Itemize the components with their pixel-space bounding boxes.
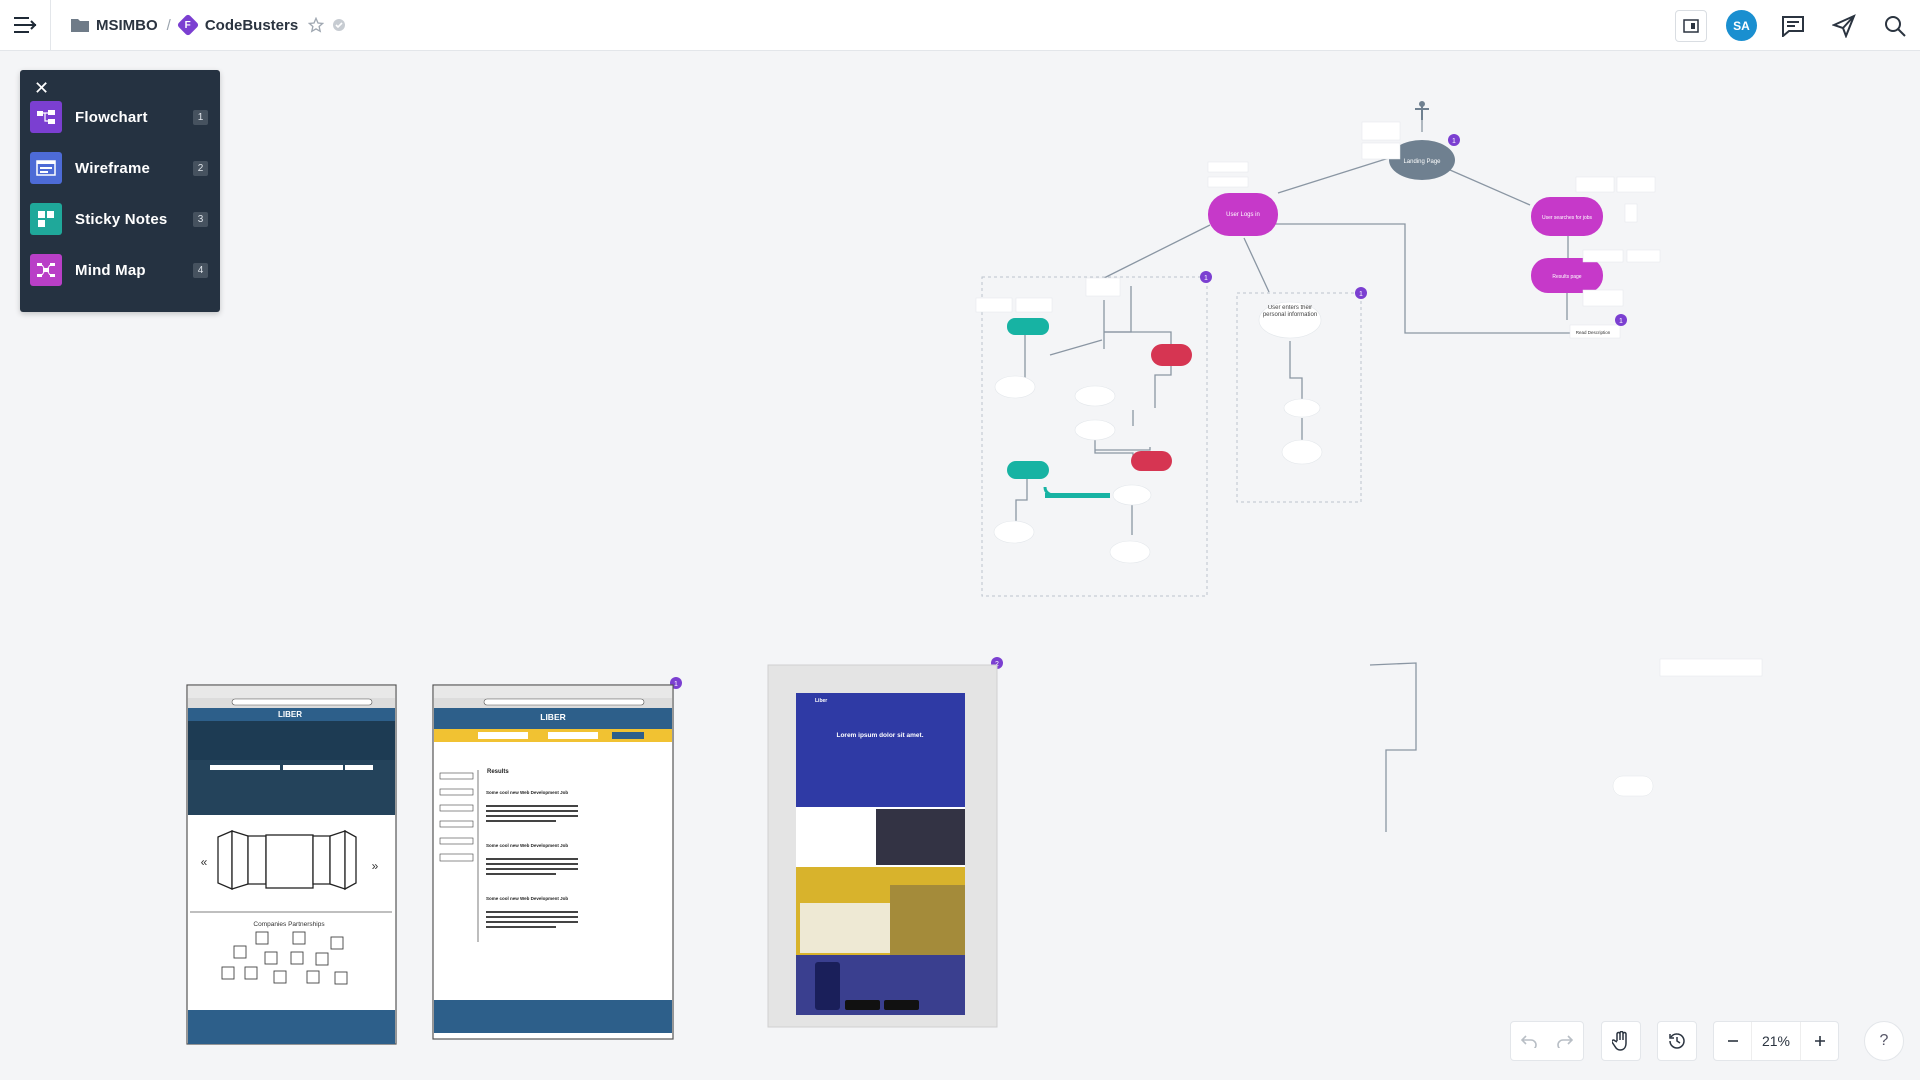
job-title: Some cool new Web Development Job (486, 896, 568, 901)
wireframe-section-title: Companies Partnerships (253, 921, 325, 928)
node-results-page-label: Results page (1552, 274, 1581, 280)
avatar: SA (1726, 10, 1757, 41)
redo-icon (1557, 1035, 1573, 1048)
badge-count: 1 (1452, 138, 1456, 145)
shortcut-key: 4 (193, 263, 208, 278)
node-red-2[interactable] (1131, 451, 1172, 471)
mockup-brand: Liber (815, 698, 827, 704)
comments-button[interactable] (1767, 0, 1818, 51)
panel-item-label: Mind Map (75, 261, 146, 279)
panel-item-flowchart[interactable]: Flowchart 1 (30, 100, 212, 134)
panel-item-mind-map[interactable]: Mind Map 4 (30, 253, 212, 287)
help-icon: ? (1879, 1032, 1889, 1049)
flow-connectors (1015, 103, 1574, 832)
document-title[interactable]: CodeBusters (205, 17, 298, 34)
badge-count: 1 (1359, 291, 1363, 298)
panel-item-sticky-notes[interactable]: Sticky Notes 3 (30, 202, 212, 236)
results-heading: Results (487, 769, 509, 775)
hand-tool-button[interactable] (1602, 1022, 1639, 1060)
node-read-description-label: Read Description (1576, 330, 1611, 335)
menu-button[interactable] (0, 0, 51, 51)
job-title: Some cool new Web Development Job (486, 843, 568, 848)
chevron-left-icon: « (201, 855, 208, 869)
badge-count: 1 (674, 681, 678, 688)
flow-white-nodes[interactable] (993, 301, 1323, 564)
badge-count: 1 (1204, 275, 1208, 282)
breadcrumb-folder[interactable]: MSIMBO (96, 17, 158, 34)
node-user-logs-in-label: User Logs in (1226, 212, 1260, 218)
redo-button[interactable] (1547, 1022, 1583, 1060)
node-red-1[interactable] (1151, 344, 1192, 366)
verified-icon[interactable] (332, 18, 346, 32)
plus-icon (1814, 1036, 1825, 1046)
zoom-out-button[interactable] (1714, 1022, 1751, 1060)
panel-item-label: Wireframe (75, 159, 151, 177)
board-canvas[interactable]: Landing Page User Logs in User searches … (0, 52, 1920, 1080)
zoom-level[interactable]: 21% (1751, 1022, 1801, 1060)
node-landing-page-label: Landing Page (1403, 159, 1441, 165)
zoom-control: 21% (1713, 1021, 1839, 1061)
share-icon (1831, 13, 1856, 38)
menu-icon (14, 17, 37, 33)
minus-icon (1727, 1040, 1738, 1042)
presentation-icon (1682, 18, 1699, 33)
panel-item-label: Flowchart (75, 108, 148, 126)
badge-count: 1 (1619, 318, 1623, 325)
breadcrumb: MSIMBO / F CodeBusters (71, 13, 346, 37)
mockup-hero-title: Lorem ipsum dolor sit amet. (836, 732, 923, 739)
wireframe-icon (30, 152, 62, 184)
panel-item-wireframe[interactable]: Wireframe 2 (30, 151, 212, 185)
help-button[interactable]: ? (1864, 1021, 1904, 1061)
user-figure-icon (1415, 101, 1429, 120)
user-avatar-button[interactable]: SA (1716, 0, 1767, 51)
node-teal-2[interactable] (1007, 461, 1049, 479)
presentation-button[interactable] (1665, 0, 1716, 51)
folder-icon (71, 19, 89, 32)
history-icon (1668, 1033, 1685, 1049)
wireframe-brand: LIBER (540, 712, 566, 722)
zoom-in-button[interactable] (1801, 1022, 1838, 1060)
website-mockup[interactable]: Lorem ipsum dolor sit amet. Liber (767, 664, 998, 1028)
star-icon[interactable] (308, 17, 325, 33)
shortcut-key: 3 (193, 212, 208, 227)
search-button[interactable] (1869, 0, 1920, 51)
share-button[interactable] (1818, 0, 1869, 51)
hand-icon (1611, 1031, 1627, 1051)
comment-badges[interactable] (670, 134, 1627, 689)
undo-button[interactable] (1511, 1022, 1547, 1060)
wireframe-brand: LIBER (278, 710, 302, 719)
node-user-searches-label: User searches for jobs (1542, 215, 1593, 221)
close-icon[interactable]: ✕ (34, 79, 49, 97)
history-button[interactable] (1658, 1022, 1695, 1060)
flowchart-icon (30, 101, 62, 133)
shortcut-key: 1 (193, 110, 208, 125)
node-teal-1[interactable] (1007, 318, 1049, 335)
sticky-notes-icon (30, 203, 62, 235)
job-title: Some cool new Web Development Job (486, 790, 568, 795)
shape-library-panel: ✕ Flowchart 1 Wireframe 2 Sticky Notes 3… (20, 70, 220, 312)
shortcut-key: 2 (193, 161, 208, 176)
history-group (1657, 1021, 1697, 1061)
wireframe-home[interactable]: LIBER « » Companies Partnerships (186, 684, 397, 1045)
small-note-cards[interactable] (975, 121, 1763, 797)
wireframe-results[interactable]: LIBER Results Some cool new Web Developm… (432, 684, 674, 1040)
chevron-right-icon: » (372, 859, 379, 873)
undo-redo-group (1510, 1021, 1584, 1061)
search-icon (1884, 15, 1906, 37)
node-enters-info-label: User enters their personal information (1262, 305, 1318, 318)
top-bar: MSIMBO / F CodeBusters SA (0, 0, 1920, 51)
breadcrumb-separator: / (166, 16, 171, 34)
undo-icon (1521, 1035, 1537, 1048)
pan-tool-group (1601, 1021, 1641, 1061)
panel-item-label: Sticky Notes (75, 210, 168, 228)
mind-map-icon (30, 254, 62, 286)
toolbar-right: SA (1665, 0, 1920, 51)
comment-icon (1781, 15, 1804, 37)
document-type-badge: F (176, 13, 200, 37)
